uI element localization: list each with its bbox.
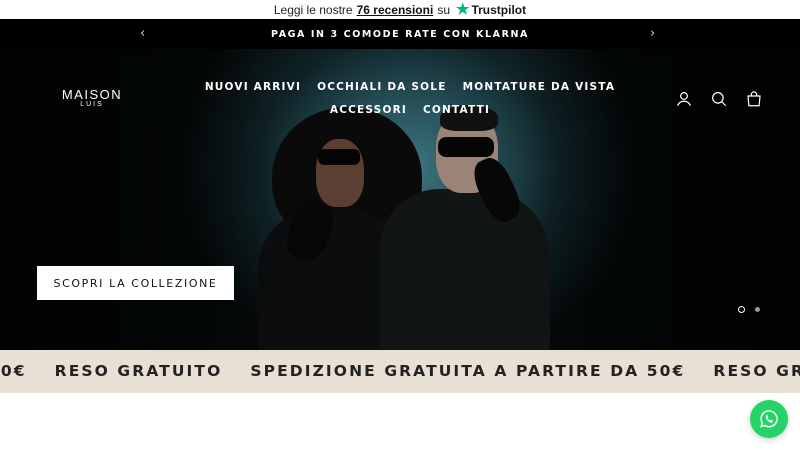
cart-icon[interactable]	[745, 90, 763, 108]
slider-dot-2[interactable]	[755, 307, 760, 312]
logo-line-2: LUIS	[80, 101, 104, 108]
whatsapp-chat-button[interactable]	[750, 400, 788, 438]
marquee-item: RESO GRATUITO	[54, 362, 223, 380]
main-nav: NUOVI ARRIVI OCCHIALI DA SOLE MONTATURE …	[180, 80, 640, 118]
marquee-item: SPEDIZIONE GRATUITA A PARTIRE DA 50€	[250, 362, 686, 380]
announcement-bar: ‹ PAGA IN 3 COMODE RATE CON KLARNA ›	[0, 19, 800, 49]
trustpilot-bar: Leggi le nostre 76 recensioni su ★ Trust…	[0, 0, 800, 19]
reviews-link[interactable]: 76 recensioni	[357, 3, 434, 17]
chevron-right-icon[interactable]: ›	[650, 26, 655, 41]
brand-logo[interactable]: MAISON LUIS	[53, 87, 131, 109]
nav-item-accessori[interactable]: ACCESSORI	[330, 103, 407, 118]
nav-item-occhiali-da-sole[interactable]: OCCHIALI DA SOLE	[317, 80, 446, 95]
site-header: MAISON LUIS NUOVI ARRIVI OCCHIALI DA SOL…	[0, 49, 800, 139]
header-icons	[675, 90, 763, 108]
account-icon[interactable]	[675, 90, 693, 108]
nav-item-montature-da-vista[interactable]: MONTATURE DA VISTA	[463, 80, 616, 95]
announcement-text: PAGA IN 3 COMODE RATE CON KLARNA	[271, 28, 529, 40]
trustpilot-star-icon: ★	[456, 1, 470, 18]
trustpilot-logo[interactable]: ★ Trustpilot	[456, 2, 526, 17]
trustpilot-suffix: su	[437, 2, 450, 17]
nav-item-nuovi-arrivi[interactable]: NUOVI ARRIVI	[205, 80, 301, 95]
shipping-marquee: 50€ RESO GRATUITO SPEDIZIONE GRATUITA A …	[0, 350, 800, 393]
whatsapp-icon	[760, 410, 778, 428]
marquee-item: 50€	[0, 362, 27, 380]
slider-dots	[738, 306, 760, 313]
slider-dot-1[interactable]	[738, 306, 745, 313]
chevron-left-icon[interactable]: ‹	[140, 26, 145, 41]
logo-line-1: MAISON	[61, 87, 123, 102]
nav-item-contatti[interactable]: CONTATTI	[423, 103, 490, 118]
discover-collection-button[interactable]: SCOPRI LA COLLEZIONE	[37, 266, 234, 300]
marquee-item: RESO GRATU	[713, 362, 800, 380]
trustpilot-prefix: Leggi le nostre	[273, 2, 353, 17]
search-icon[interactable]	[710, 90, 728, 108]
trustpilot-brand: Trustpilot	[471, 2, 527, 17]
